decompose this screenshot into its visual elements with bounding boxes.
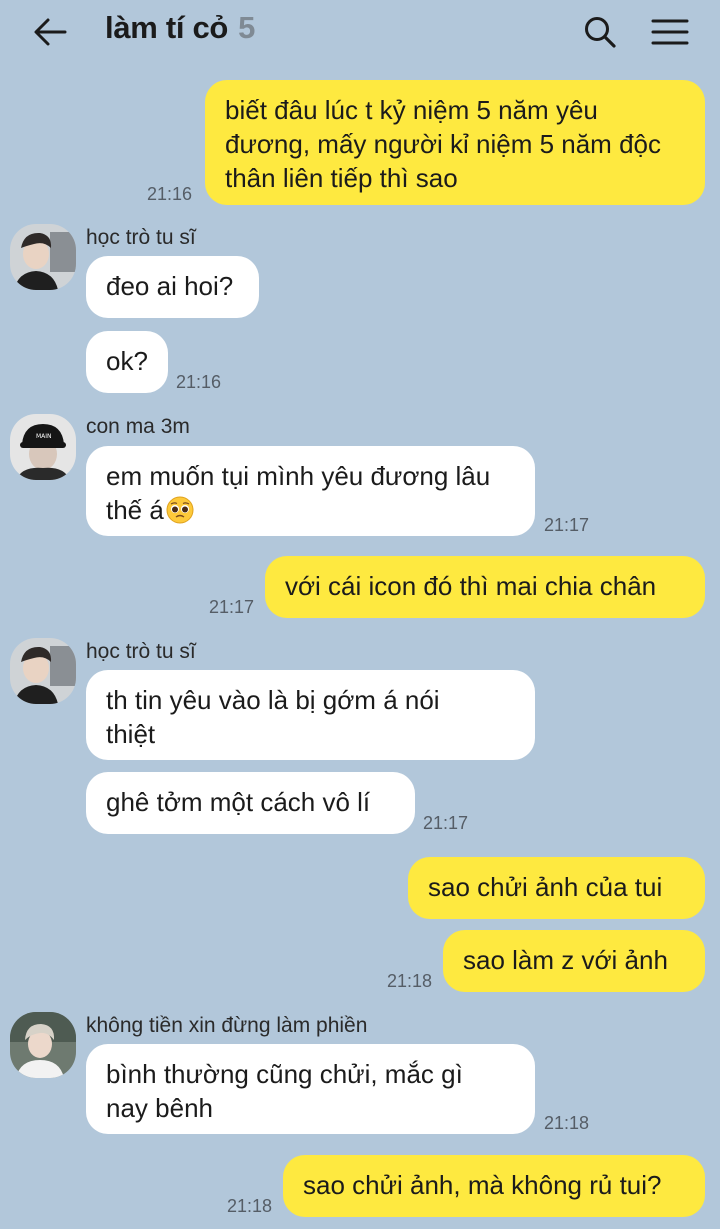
search-icon <box>585 17 616 48</box>
my-message-bubble[interactable]: sao chửi ảnh, mà không rủ tui? <box>283 1155 705 1217</box>
message-line: nay bênh <box>106 1093 213 1123</box>
avatar-con-ma-3m[interactable]: MAIN <box>10 414 76 480</box>
avatar-hoc-tro-tu-si[interactable] <box>10 224 76 290</box>
avatar-khong-tien-xin-dung-lam-phien[interactable] <box>10 1012 76 1078</box>
their-message-bubble[interactable]: bình thường cũng chửi, mắc gì nay bênh <box>86 1044 535 1134</box>
my-message-bubble[interactable]: sao làm z với ảnh <box>443 930 705 992</box>
svg-text:MAIN: MAIN <box>36 433 52 440</box>
my-message-bubble[interactable]: với cái icon đó thì mai chia chân <box>265 556 705 618</box>
their-message-bubble[interactable]: đeo ai hoi? <box>86 256 259 318</box>
hamburger-menu-icon <box>651 19 689 45</box>
chat-name: làm tí cỏ <box>105 10 229 45</box>
sender-name: học trò tu sĩ <box>86 226 196 249</box>
message-line: sao làm z với ảnh <box>463 945 668 975</box>
message-time: 21:16 <box>176 372 222 392</box>
sender-name: con ma 3m <box>86 415 190 438</box>
chat-title: làm tí cỏ 5 <box>105 10 255 46</box>
message-line: th tin yêu vào là bị gớm á nói <box>106 685 440 715</box>
message-line: em muốn tụi mình yêu đương lâu <box>106 461 491 491</box>
arrow-left-icon <box>34 18 67 46</box>
message-time: 21:18 <box>544 1113 590 1133</box>
message-line: thế á <box>106 493 515 527</box>
message-line: thiệt <box>106 719 156 749</box>
avatar-hoc-tro-tu-si[interactable] <box>10 638 76 704</box>
search-button[interactable] <box>580 12 620 52</box>
back-button[interactable] <box>28 12 72 52</box>
sender-name: không tiền xin đừng làm phiền <box>86 1014 368 1037</box>
menu-button[interactable] <box>650 12 690 52</box>
avatar-image: MAIN <box>10 414 76 480</box>
message-line: ok? <box>106 346 148 376</box>
message-line: ghê tởm một cách vô lí <box>106 787 371 817</box>
my-message-bubble[interactable]: biết đâu lúc t kỷ niệm 5 năm yêu đương, … <box>205 80 705 205</box>
member-count: 5 <box>238 10 256 45</box>
message-text: thế á <box>106 495 164 525</box>
message-time: 21:17 <box>209 597 255 617</box>
pleading-face-emoji <box>166 496 194 524</box>
avatar-image <box>10 224 76 290</box>
message-line: biết đâu lúc t kỷ niệm 5 năm yêu <box>225 95 598 125</box>
message-time: 21:17 <box>423 813 469 833</box>
message-line: sao chửi ảnh, mà không rủ tui? <box>303 1170 662 1200</box>
message-line: đeo ai hoi? <box>106 271 234 301</box>
avatar-image <box>10 638 76 704</box>
message-time: 21:17 <box>544 515 590 535</box>
message-line: sao chửi ảnh của tui <box>428 872 663 902</box>
their-message-bubble[interactable]: ghê tởm một cách vô lí <box>86 772 415 834</box>
message-time: 21:18 <box>387 971 433 991</box>
message-time: 21:16 <box>147 184 193 204</box>
message-time: 21:18 <box>227 1196 273 1216</box>
chat-header: làm tí cỏ 5 <box>0 0 720 64</box>
message-line: đương, mấy người kỉ niệm 5 năm độc <box>225 129 661 159</box>
their-message-bubble[interactable]: th tin yêu vào là bị gớm á nói thiệt <box>86 670 535 760</box>
message-line: với cái icon đó thì mai chia chân <box>285 571 657 601</box>
their-message-bubble[interactable]: em muốn tụi mình yêu đương lâu thế á <box>86 446 535 536</box>
sender-name: học trò tu sĩ <box>86 640 196 663</box>
message-line: thân liên tiếp thì sao <box>225 163 458 193</box>
message-line: bình thường cũng chửi, mắc gì <box>106 1059 463 1089</box>
their-message-bubble[interactable]: ok? <box>86 331 168 393</box>
my-message-bubble[interactable]: sao chửi ảnh của tui <box>408 857 705 919</box>
avatar-image <box>10 1012 76 1078</box>
